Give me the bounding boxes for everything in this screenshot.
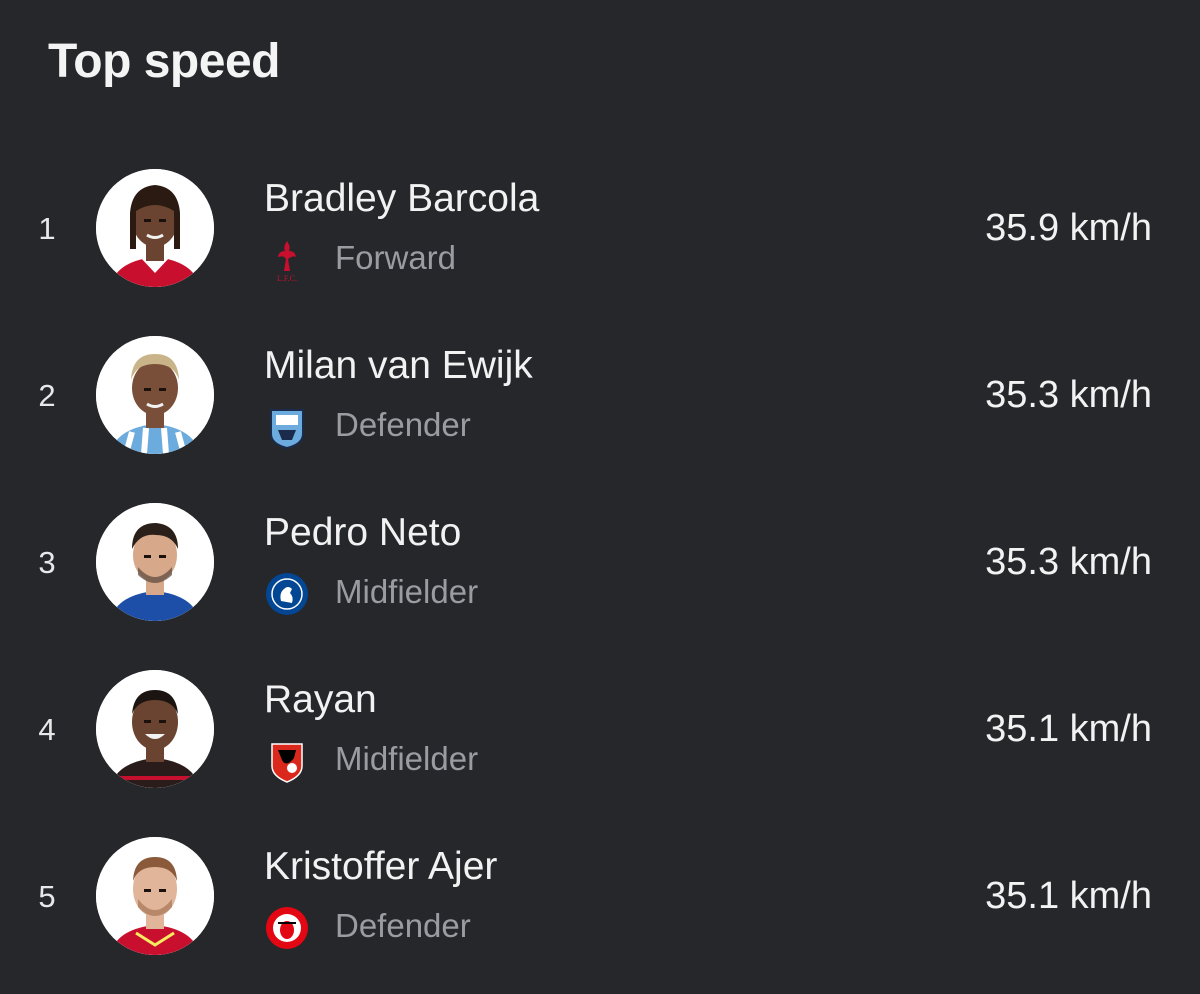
player-row[interactable]: 3 Pedro Neto Midfielder 35.3 km/h: [0, 479, 1200, 646]
liverpool-crest-icon: L.F.C.: [264, 237, 310, 283]
player-row[interactable]: 4 Rayan Midfielder 35.1 km/h: [0, 646, 1200, 813]
top-speed-panel: Top speed 1 Bradley Barcola L.F.C. Forwa…: [0, 0, 1200, 994]
player-position: Defender: [335, 406, 471, 443]
rank-number: 2: [38, 378, 56, 413]
player-position: Midfielder: [335, 573, 479, 610]
player-name: Bradley Barcola: [264, 177, 540, 220]
player-avatar: [96, 336, 214, 454]
player-name: Rayan: [264, 678, 377, 721]
player-row[interactable]: 2 Milan van Ewijk Defender 35.3 km/h: [0, 312, 1200, 479]
player-position: Defender: [335, 907, 471, 944]
brentford-crest-icon: [264, 905, 310, 951]
player-avatar: [96, 837, 214, 955]
top-speed-value: 35.3 km/h: [985, 374, 1152, 416]
svg-text:L.F.C.: L.F.C.: [277, 274, 297, 283]
player-row[interactable]: 1 Bradley Barcola L.F.C. Forward 35.9 km…: [0, 145, 1200, 312]
player-position: Forward: [335, 239, 457, 276]
top-speed-value: 35.1 km/h: [985, 708, 1152, 750]
player-row[interactable]: 5 Kristoffer Ajer Defender 35.1 km/h: [0, 813, 1200, 980]
player-name: Milan van Ewijk: [264, 344, 533, 387]
player-list: 1 Bradley Barcola L.F.C. Forward 35.9 km…: [0, 145, 1200, 980]
player-position: Midfielder: [335, 740, 479, 777]
player-avatar: [96, 169, 214, 287]
top-speed-value: 35.3 km/h: [985, 541, 1152, 583]
top-speed-value: 35.1 km/h: [985, 875, 1152, 917]
player-name: Pedro Neto: [264, 511, 462, 554]
coventry-crest-icon: [264, 404, 310, 450]
bournemouth-crest-icon: [264, 738, 310, 784]
chelsea-crest-icon: [264, 571, 310, 617]
top-speed-value: 35.9 km/h: [985, 207, 1152, 249]
player-avatar: [96, 670, 214, 788]
rank-number: 4: [38, 712, 56, 747]
rank-number: 3: [38, 545, 56, 580]
rank-number: 5: [38, 879, 56, 914]
player-name: Kristoffer Ajer: [264, 845, 498, 888]
panel-title: Top speed: [48, 35, 280, 88]
player-avatar: [96, 503, 214, 621]
rank-number: 1: [38, 211, 56, 246]
